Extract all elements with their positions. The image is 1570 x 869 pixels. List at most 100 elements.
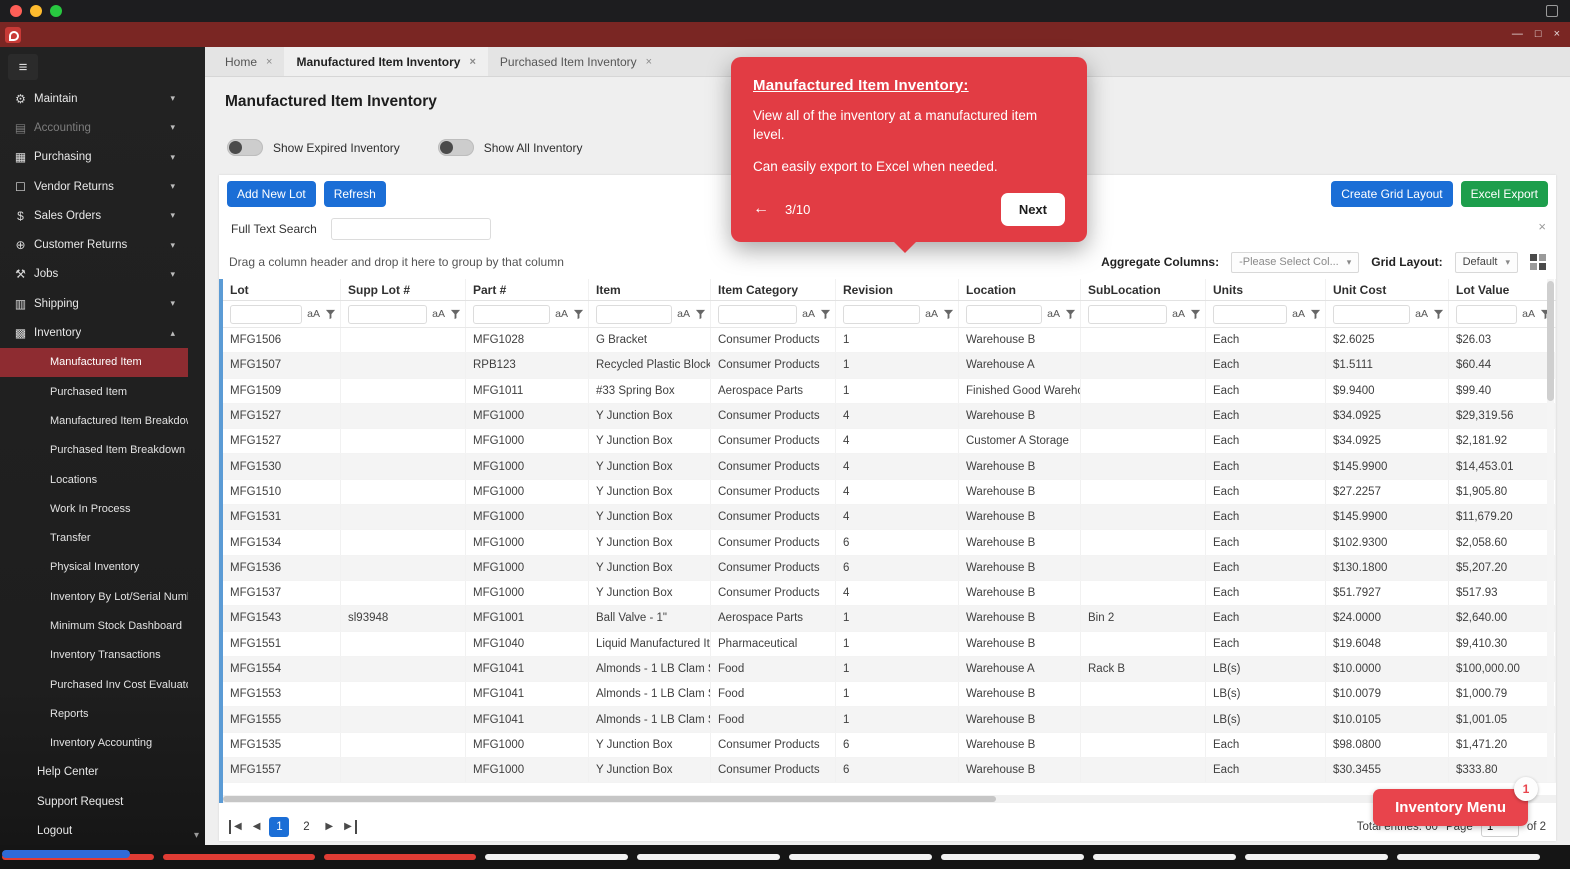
column-header-unit-cost[interactable]: Unit Cost: [1326, 279, 1449, 300]
filter-icon[interactable]: [450, 309, 461, 320]
tab-home[interactable]: Home ×: [213, 47, 284, 76]
column-header-lot[interactable]: Lot: [223, 279, 341, 300]
case-sensitive-toggle[interactable]: aA: [1047, 308, 1060, 320]
horizontal-scrollbar[interactable]: [223, 795, 1556, 804]
scrollbar-thumb[interactable]: [223, 796, 997, 803]
column-header-supp-lot[interactable]: Supp Lot #: [341, 279, 466, 300]
table-row[interactable]: MFG1536 MFG1000 Y Junction Box Consumer Pro…: [223, 555, 1556, 581]
macos-minimize-button[interactable]: [30, 5, 42, 17]
filter-input-lot[interactable]: [230, 304, 303, 324]
tab-manufactured-item-inventory[interactable]: Manufactured Item Inventory ×: [284, 47, 488, 76]
sidebar-item-work-in-process[interactable]: Work In Process: [0, 494, 188, 523]
column-header-item[interactable]: Item: [589, 279, 711, 300]
excel-export-button[interactable]: Excel Export: [1460, 181, 1548, 207]
case-sensitive-toggle[interactable]: aA: [802, 308, 815, 320]
toggle-switch[interactable]: [437, 139, 474, 156]
filter-input-revision[interactable]: [843, 304, 921, 324]
table-row[interactable]: MFG1531 MFG1000 Y Junction Box Consumer Pro…: [223, 505, 1556, 531]
table-row[interactable]: MFG1510 MFG1000 Y Junction Box Consumer Pro…: [223, 479, 1556, 506]
filter-icon[interactable]: [573, 309, 584, 320]
macos-close-button[interactable]: [10, 5, 22, 17]
table-row[interactable]: MFG1537 MFG1000 Y Junction Box Consumer Pro…: [223, 580, 1556, 607]
filter-icon[interactable]: [1310, 309, 1321, 320]
pager-prev-icon[interactable]: ◀: [251, 820, 263, 834]
column-header-units[interactable]: Units: [1206, 279, 1326, 300]
tab-purchased-item-inventory[interactable]: Purchased Item Inventory ×: [488, 47, 664, 76]
create-grid-layout-button[interactable]: Create Grid Layout: [1331, 181, 1453, 207]
table-row[interactable]: MFG1527 MFG1000 Y Junction Box Consumer Pro…: [223, 429, 1556, 455]
case-sensitive-toggle[interactable]: aA: [925, 308, 938, 320]
table-row[interactable]: MFG1530 MFG1000 Y Junction Box Consumer Pro…: [223, 454, 1556, 480]
aggregate-columns-select[interactable]: -Please Select Col... ▾: [1231, 251, 1360, 273]
filter-input-item-category[interactable]: [718, 304, 798, 324]
menu-icon[interactable]: ≡: [8, 54, 38, 80]
sidebar-item-customer-returns[interactable]: ⊕ Customer Returns ▾: [0, 230, 205, 259]
refresh-button[interactable]: Refresh: [323, 181, 386, 207]
filter-input-item[interactable]: [596, 304, 673, 324]
sidebar-item-jobs[interactable]: ⚒ Jobs ▾: [0, 260, 205, 289]
filter-input-units[interactable]: [1213, 304, 1288, 324]
toggle-switch[interactable]: [227, 139, 263, 156]
column-header-item-category[interactable]: Item Category: [711, 279, 836, 300]
full-text-search-input[interactable]: [330, 218, 491, 240]
close-icon[interactable]: ×: [1554, 29, 1560, 40]
pager-first-icon[interactable]: ◀: [229, 820, 244, 834]
table-row[interactable]: MFG1557 MFG1000 Y Junction Box Consumer Pro…: [223, 758, 1556, 784]
case-sensitive-toggle[interactable]: aA: [1522, 308, 1535, 320]
sidebar-item-inventory-by-lot-serial-numb[interactable]: Inventory By Lot/Serial Numb: [0, 582, 188, 611]
sidebar-item-manufactured-item[interactable]: Manufactured Item: [0, 347, 188, 377]
sidebar-item-vendor-returns[interactable]: ☐ Vendor Returns ▾: [0, 172, 205, 201]
pager-page-1[interactable]: 1: [269, 817, 290, 837]
back-arrow-icon[interactable]: ←: [753, 200, 769, 218]
toggle-show-expired-inventory[interactable]: Show Expired Inventory: [227, 139, 400, 156]
grid-layout-select[interactable]: Default ▾: [1454, 251, 1518, 273]
tab-close-icon[interactable]: ×: [469, 56, 475, 68]
table-row[interactable]: MFG1551 MFG1040 Liquid Manufactured It Phar…: [223, 631, 1556, 657]
table-row[interactable]: MFG1535 MFG1000 Y Junction Box Consumer Pro…: [223, 732, 1556, 759]
filter-input-sublocation[interactable]: [1088, 304, 1168, 324]
sidebar-item-help-center[interactable]: Help Center: [0, 758, 205, 787]
case-sensitive-toggle[interactable]: aA: [677, 308, 690, 320]
sidebar-item-transfer[interactable]: Transfer: [0, 523, 188, 552]
filter-icon[interactable]: [820, 309, 831, 320]
table-row[interactable]: MFG1543 sl93948 MFG1001 Ball Valve - 1" Aero…: [223, 606, 1556, 632]
column-header-sublocation[interactable]: SubLocation: [1081, 279, 1206, 300]
filter-input-lot-value[interactable]: [1456, 304, 1518, 324]
sidebar-item-inventory-transactions[interactable]: Inventory Transactions: [0, 641, 188, 670]
grid-layout-icon[interactable]: [1530, 254, 1546, 270]
next-button[interactable]: Next: [1000, 192, 1065, 226]
vertical-scrollbar[interactable]: [1547, 279, 1554, 782]
sidebar-item-inventory-accounting[interactable]: Inventory Accounting: [0, 729, 188, 758]
table-row[interactable]: MFG1509 MFG1011 #33 Spring Box Aerospace Pa…: [223, 378, 1556, 404]
scrollbar-thumb[interactable]: [1547, 281, 1554, 401]
column-header-location[interactable]: Location: [959, 279, 1081, 300]
sidebar-item-maintain[interactable]: ⚙ Maintain ▾: [0, 84, 205, 113]
filter-input-unit-cost[interactable]: [1333, 304, 1411, 324]
sidebar-item-logout[interactable]: Logout: [0, 816, 205, 845]
filter-icon[interactable]: [1433, 309, 1444, 320]
sidebar-item-manufactured-item-breakdow[interactable]: Manufactured Item Breakdow: [0, 406, 188, 435]
table-row[interactable]: MFG1507 RPB123 Recycled Plastic Block Consu…: [223, 353, 1556, 379]
tab-close-icon[interactable]: ×: [266, 56, 272, 68]
sidebar-item-purchased-item-breakdown[interactable]: Purchased Item Breakdown: [0, 436, 188, 465]
inventory-menu-button[interactable]: Inventory Menu 1: [1373, 777, 1538, 826]
add-new-lot-button[interactable]: Add New Lot: [227, 181, 316, 207]
table-row[interactable]: MFG1554 MFG1041 Almonds - 1 LB Clam S Food 1…: [223, 656, 1556, 683]
table-row[interactable]: MFG1553 MFG1041 Almonds - 1 LB Clam S Food 1…: [223, 682, 1556, 708]
sidebar-item-physical-inventory[interactable]: Physical Inventory: [0, 553, 188, 582]
filter-input-supp-lot[interactable]: [348, 304, 428, 324]
case-sensitive-toggle[interactable]: aA: [555, 308, 568, 320]
panel-close-icon[interactable]: ×: [1538, 219, 1546, 234]
table-row[interactable]: MFG1555 MFG1041 Almonds - 1 LB Clam S Food 1…: [223, 707, 1556, 733]
minimize-icon[interactable]: —: [1512, 29, 1523, 40]
column-header-part[interactable]: Part #: [466, 279, 589, 300]
sidebar-item-sales-orders[interactable]: $ Sales Orders ▾: [0, 201, 205, 230]
sidebar-scroll-down-icon[interactable]: ▾: [194, 830, 199, 841]
tab-close-icon[interactable]: ×: [646, 56, 652, 68]
column-header-lot-value[interactable]: Lot Value: [1449, 279, 1556, 300]
case-sensitive-toggle[interactable]: aA: [1172, 308, 1185, 320]
macos-zoom-button[interactable]: [50, 5, 62, 17]
sidebar-item-locations[interactable]: Locations: [0, 465, 188, 494]
fullscreen-icon[interactable]: [1546, 5, 1558, 17]
sidebar-item-reports[interactable]: Reports: [0, 699, 188, 728]
